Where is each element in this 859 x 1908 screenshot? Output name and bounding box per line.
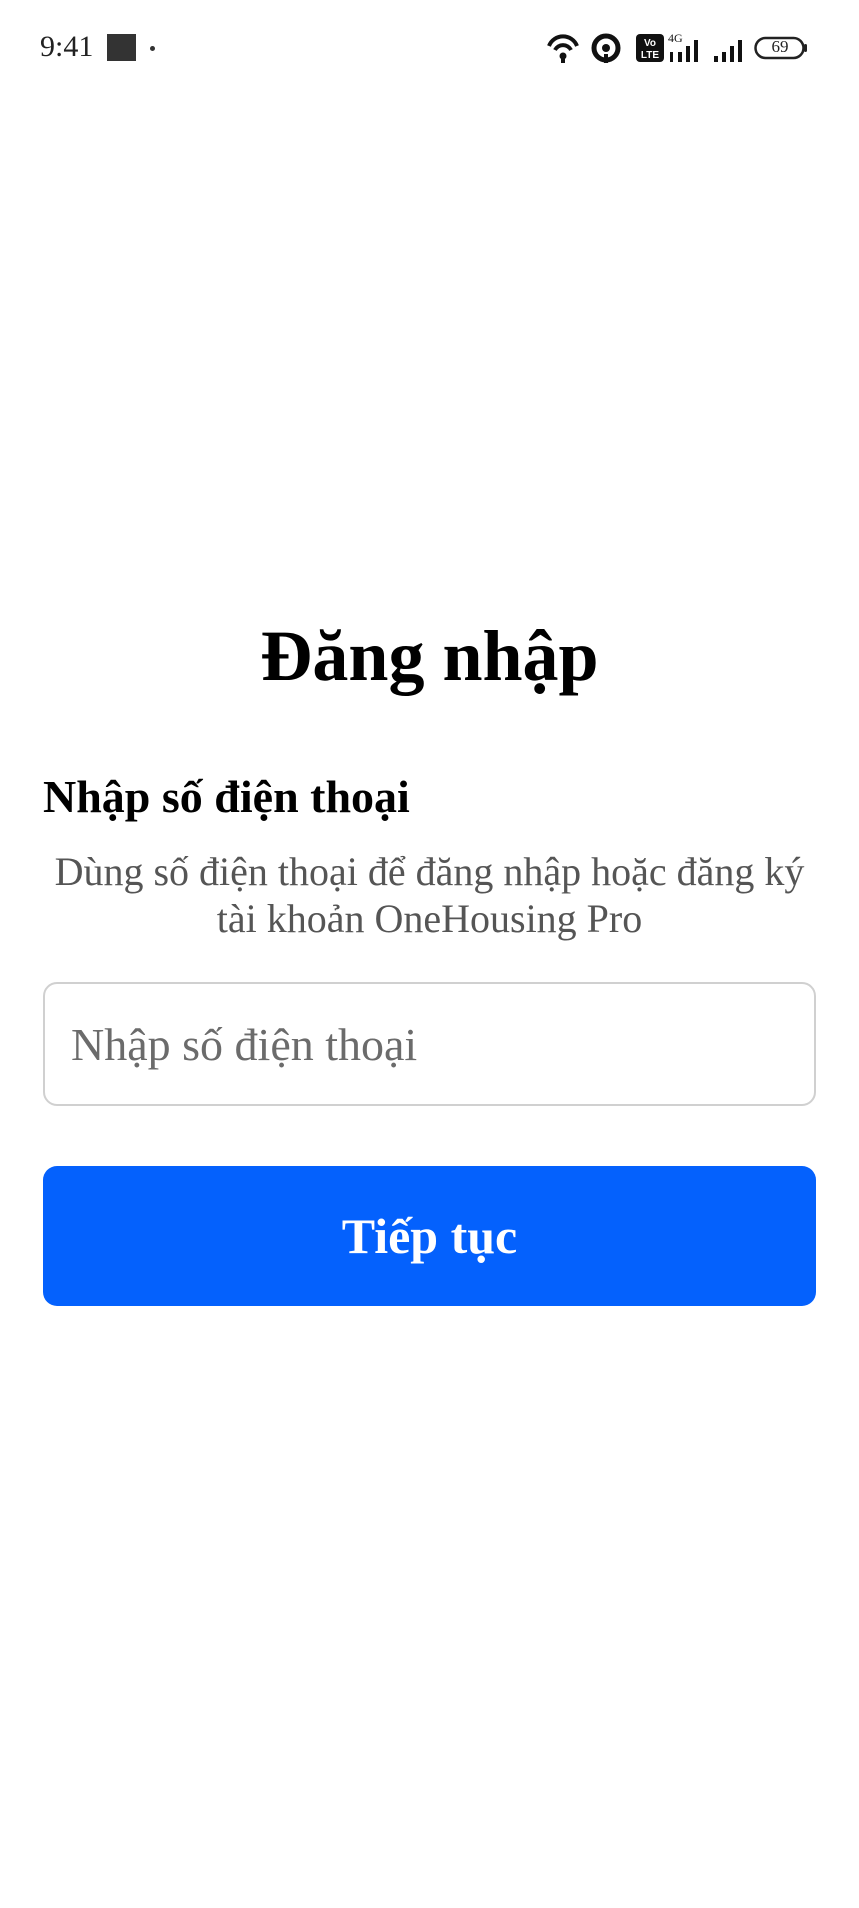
- phone-description: Dùng số điện thoại để đăng nhập hoặc đăn…: [54, 849, 805, 941]
- notification-icon: [107, 34, 136, 61]
- phone-number-input[interactable]: [43, 982, 816, 1106]
- signal-icon: 4G: [668, 31, 698, 62]
- battery-level: 69: [771, 37, 789, 56]
- more-notifications-icon: [150, 46, 155, 51]
- page-title: Đăng nhập: [260, 616, 599, 696]
- status-time: 9:41: [40, 30, 94, 63]
- volte-icon: Vo LTE: [636, 34, 664, 62]
- hotspot-icon: [547, 34, 579, 63]
- svg-text:Vo: Vo: [644, 38, 656, 49]
- status-bar: 9:41 Vo LTE 4G 69: [0, 0, 859, 96]
- signal-icon: [714, 40, 742, 62]
- continue-button[interactable]: Tiếp tục: [43, 1166, 816, 1306]
- phone-section-heading: Nhập số điện thoại: [43, 771, 410, 822]
- network-type-label: 4G: [668, 31, 683, 45]
- wireless-icon: [591, 33, 621, 63]
- svg-text:LTE: LTE: [641, 50, 659, 61]
